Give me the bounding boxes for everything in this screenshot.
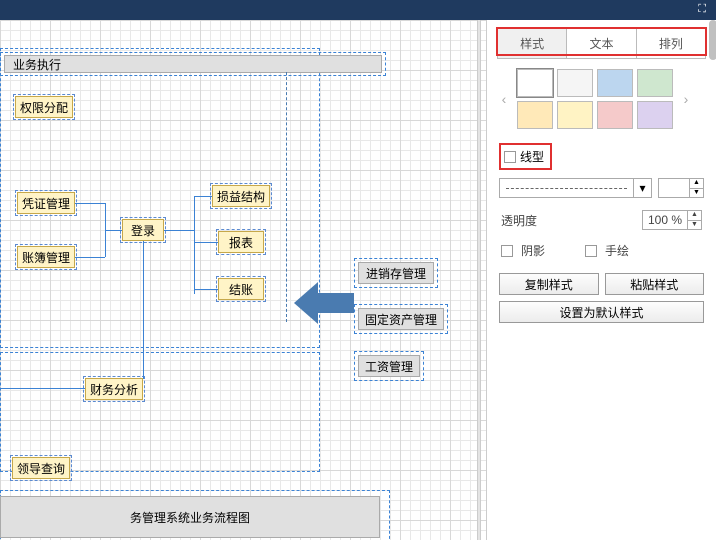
line-style-select[interactable]: ▾ [499,178,652,198]
swatch[interactable] [597,101,633,129]
chevron-down-icon: ▾ [633,179,651,197]
step-down-icon[interactable]: ▼ [688,221,701,230]
node-voucher[interactable]: 凭证管理 [17,192,75,214]
big-arrow-icon[interactable] [294,282,354,324]
tab-style[interactable]: 样式 [498,29,567,58]
diagram-title-bar[interactable]: 务管理系统业务流程图 [0,496,380,538]
swatch-next-icon[interactable]: › [679,91,693,107]
swatch-prev-icon[interactable]: ‹ [497,91,511,107]
panel-tabs: 样式 文本 排列 [497,28,706,59]
section-header[interactable]: 业务执行 [4,55,382,73]
diagram-canvas[interactable]: 业务执行 权限分配 凭证管理 登录 账簿管理 损益结构 报表 结账 财务分析 领… [0,20,486,540]
swatch[interactable] [637,101,673,129]
paste-style-button[interactable]: 粘贴样式 [605,273,705,295]
node-pl[interactable]: 损益结构 [212,185,270,207]
shadow-checkbox[interactable] [501,245,513,257]
swatch[interactable] [557,101,593,129]
swatch[interactable] [637,69,673,97]
node-login[interactable]: 登录 [122,219,164,241]
swatch[interactable] [517,101,553,129]
scrollbar-thumb[interactable] [709,20,716,60]
node-ledger[interactable]: 账簿管理 [17,246,75,268]
fullscreen-icon[interactable]: ⛶ [698,3,706,16]
panel-splitter[interactable] [477,20,481,540]
node-closing[interactable]: 结账 [218,278,264,300]
selection-group [0,352,320,472]
swatch[interactable] [517,69,553,97]
color-swatches [517,69,673,129]
format-panel: 样式 文本 排列 ‹ › [486,20,716,540]
line-type-label: 线型 [520,148,544,165]
node-leader[interactable]: 领导查询 [12,457,70,479]
hand-drawn-checkbox[interactable] [585,245,597,257]
step-up-icon[interactable]: ▲ [690,179,703,189]
swatch[interactable] [557,69,593,97]
node-finance[interactable]: 财务分析 [85,378,143,400]
set-default-style-button[interactable]: 设置为默认样式 [499,301,704,323]
node-report[interactable]: 报表 [218,231,264,253]
highlight-annotation: 线型 [499,143,552,170]
node-permission[interactable]: 权限分配 [15,96,73,118]
step-up-icon[interactable]: ▲ [688,211,701,221]
swatch[interactable] [597,69,633,97]
copy-style-button[interactable]: 复制样式 [499,273,599,295]
tab-text[interactable]: 文本 [567,29,636,58]
opacity-label: 透明度 [501,212,537,229]
window-titlebar: ⛶ [0,0,716,20]
line-type-checkbox[interactable] [504,151,516,163]
section-header-label: 业务执行 [13,56,61,73]
step-down-icon[interactable]: ▼ [690,189,703,198]
opacity-stepper[interactable]: 100 % ▲▼ [642,210,702,230]
tab-arrange[interactable]: 排列 [637,29,705,58]
line-width-stepper[interactable]: ▲▼ [658,178,704,198]
